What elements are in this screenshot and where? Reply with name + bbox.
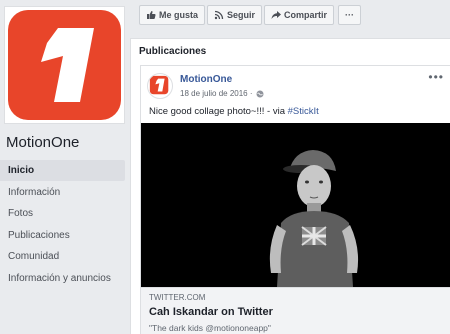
follow-button[interactable]: Seguir xyxy=(207,5,263,25)
thumbs-up-icon xyxy=(147,11,156,19)
globe-icon xyxy=(256,90,263,97)
like-button[interactable]: Me gusta xyxy=(139,5,206,25)
nav-item-comunidad[interactable]: Comunidad xyxy=(0,246,125,267)
share-arrow-icon xyxy=(271,11,282,19)
rss-icon xyxy=(214,10,224,20)
link-source: TWITTER.COM xyxy=(149,293,206,302)
nav-item-fotos[interactable]: Fotos xyxy=(0,203,125,224)
section-title: Publicaciones xyxy=(139,46,207,57)
hashtag-link[interactable]: #StickIt xyxy=(288,106,319,117)
post-options-icon[interactable]: ••• xyxy=(428,70,444,84)
post-card: MotionOne 18 de julio de 2016 · ••• Nice… xyxy=(140,65,450,334)
posts-panel: Publicaciones MotionOne 18 de julio de 2… xyxy=(130,38,450,334)
post-photo[interactable] xyxy=(141,123,450,287)
page-nav: Inicio Información Fotos Publicaciones C… xyxy=(0,160,125,289)
nav-item-info-anuncios[interactable]: Información y anuncios xyxy=(0,268,125,289)
link-description: "The dark kids @motiononeapp" xyxy=(149,323,271,333)
more-button[interactable]: ··· xyxy=(338,5,362,25)
child-photo-image xyxy=(141,123,450,287)
follow-label: Seguir xyxy=(227,10,256,20)
post-author[interactable]: MotionOne xyxy=(180,74,232,85)
page-name: MotionOne xyxy=(6,134,80,151)
share-label: Compartir xyxy=(284,10,328,20)
motionone-logo-icon xyxy=(149,75,169,95)
more-icon: ··· xyxy=(345,10,355,20)
like-label: Me gusta xyxy=(159,10,199,20)
post-avatar[interactable] xyxy=(147,73,173,99)
link-preview[interactable]: TWITTER.COM Cah Iskandar on Twitter "The… xyxy=(141,287,450,334)
profile-picture[interactable] xyxy=(4,6,125,124)
left-column: MotionOne Inicio Información Fotos Publi… xyxy=(0,0,130,334)
share-button[interactable]: Compartir xyxy=(264,5,335,25)
post-date-row: 18 de julio de 2016 · xyxy=(180,89,264,98)
page-actions: Me gusta Seguir Compartir ··· xyxy=(139,5,362,25)
post-date[interactable]: 18 de julio de 2016 · xyxy=(180,89,253,98)
motionone-logo xyxy=(8,10,121,120)
post-text-body: Nice good collage photo~!!! - via xyxy=(149,106,288,117)
nav-item-publicaciones[interactable]: Publicaciones xyxy=(0,225,125,246)
nav-item-inicio[interactable]: Inicio xyxy=(0,160,125,181)
link-title[interactable]: Cah Iskandar on Twitter xyxy=(149,306,273,318)
post-text: Nice good collage photo~!!! - via #Stick… xyxy=(149,106,319,117)
nav-item-informacion[interactable]: Información xyxy=(0,182,125,203)
